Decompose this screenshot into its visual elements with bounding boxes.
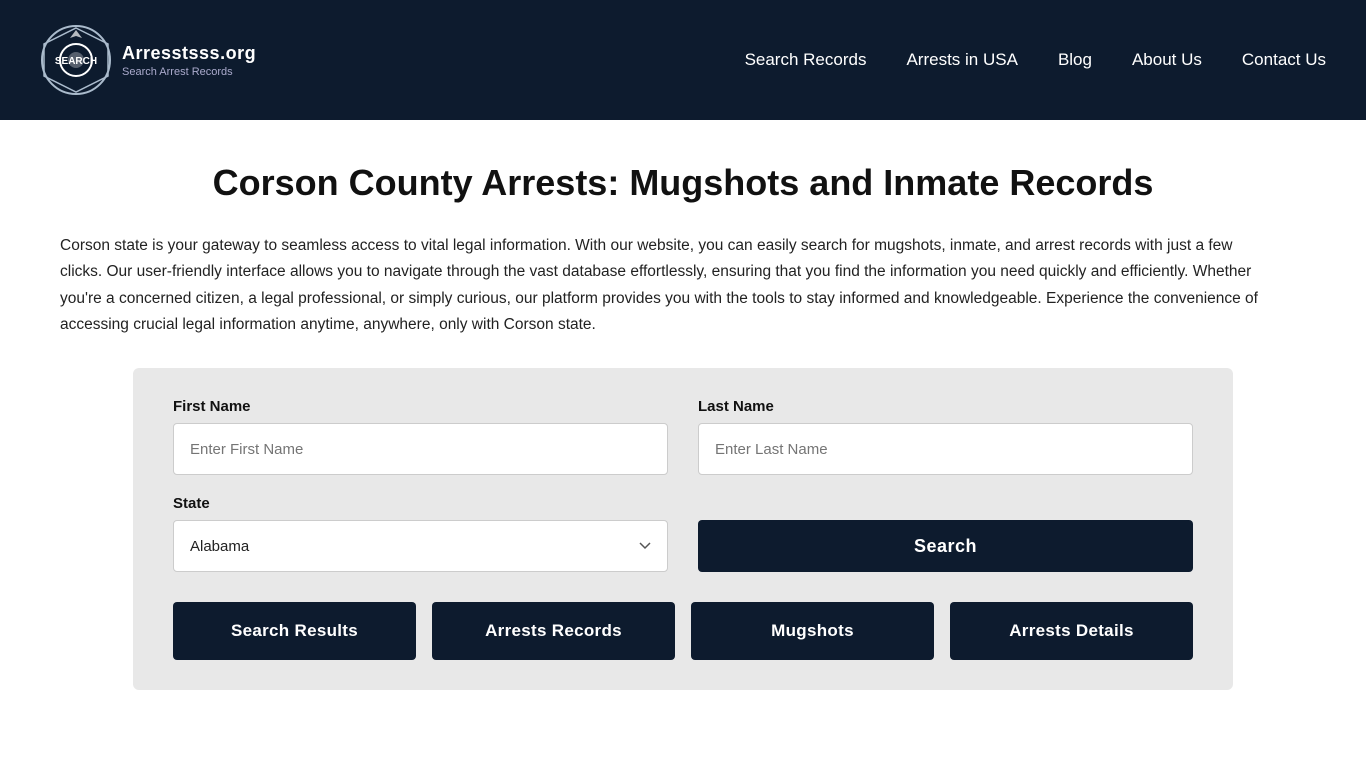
main-nav: Search Records Arrests in USA Blog About… <box>745 50 1326 70</box>
first-name-label: First Name <box>173 398 668 415</box>
search-card: First Name Last Name State Alabama Alask… <box>133 368 1233 690</box>
first-name-group: First Name <box>173 398 668 475</box>
search-button[interactable]: Search <box>698 520 1193 572</box>
state-group: State Alabama Alaska Arizona Arkansas Ca… <box>173 495 668 572</box>
page-title: Corson County Arrests: Mugshots and Inma… <box>60 160 1306 205</box>
logo-text-block: Arresstsss.org Search Arrest Records <box>122 43 256 78</box>
nav-blog[interactable]: Blog <box>1058 50 1092 70</box>
state-label: State <box>173 495 668 512</box>
mugshots-button[interactable]: Mugshots <box>691 602 934 660</box>
state-select[interactable]: Alabama Alaska Arizona Arkansas Californ… <box>173 520 668 572</box>
arrests-details-button[interactable]: Arrests Details <box>950 602 1193 660</box>
page-description: Corson state is your gateway to seamless… <box>60 233 1260 338</box>
search-button-wrap: Search <box>698 520 1193 572</box>
main-content: Corson County Arrests: Mugshots and Inma… <box>0 120 1366 768</box>
logo-title: Arresstsss.org <box>122 43 256 64</box>
last-name-group: Last Name <box>698 398 1193 475</box>
first-name-input[interactable] <box>173 423 668 475</box>
nav-about-us[interactable]: About Us <box>1132 50 1202 70</box>
logo-subtitle: Search Arrest Records <box>122 66 256 78</box>
svg-text:SEARCH: SEARCH <box>55 56 97 67</box>
nav-contact-us[interactable]: Contact Us <box>1242 50 1326 70</box>
last-name-input[interactable] <box>698 423 1193 475</box>
site-header: SEARCH Arresstsss.org Search Arrest Reco… <box>0 0 1366 120</box>
nav-arrests-in-usa[interactable]: Arrests in USA <box>906 50 1017 70</box>
last-name-label: Last Name <box>698 398 1193 415</box>
logo-icon: SEARCH <box>40 24 112 96</box>
arrests-records-button[interactable]: Arrests Records <box>432 602 675 660</box>
logo-area[interactable]: SEARCH Arresstsss.org Search Arrest Reco… <box>40 24 256 96</box>
name-row: First Name Last Name <box>173 398 1193 475</box>
bottom-buttons: Search Results Arrests Records Mugshots … <box>173 602 1193 660</box>
nav-search-records[interactable]: Search Records <box>745 50 867 70</box>
state-search-row: State Alabama Alaska Arizona Arkansas Ca… <box>173 495 1193 572</box>
search-results-button[interactable]: Search Results <box>173 602 416 660</box>
